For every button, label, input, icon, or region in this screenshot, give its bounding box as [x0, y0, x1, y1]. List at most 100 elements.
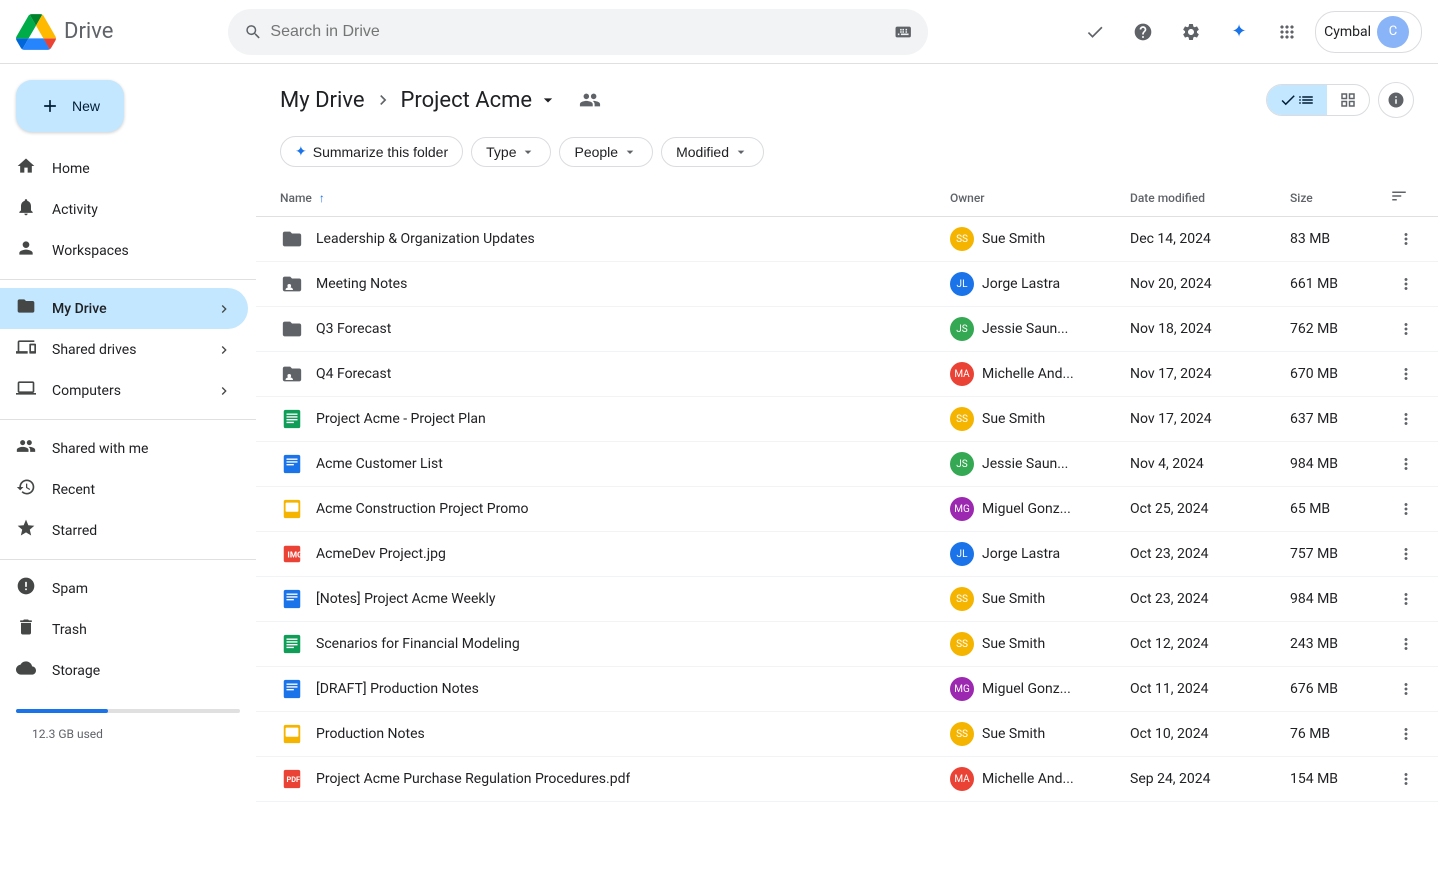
sidebar-item-recent[interactable]: Recent [0, 469, 248, 510]
date-modified: Nov 17, 2024 [1114, 397, 1274, 442]
my-drive-icon [16, 296, 36, 321]
file-name: Project Acme Purchase Regulation Procedu… [316, 771, 630, 787]
search-input[interactable] [270, 23, 885, 41]
more-options-button[interactable] [1390, 448, 1422, 480]
sidebar-item-starred[interactable]: Starred [0, 510, 248, 551]
sidebar-item-workspaces[interactable]: Workspaces [0, 230, 248, 271]
app-header: Drive ✦ Cymbal C [0, 0, 1438, 64]
owner-name: Sue Smith [982, 726, 1045, 742]
file-name-cell: Leadership & Organization Updates [280, 227, 918, 251]
list-view-button[interactable] [1267, 85, 1327, 115]
sidebar-item-my-drive[interactable]: My Drive [0, 288, 248, 329]
table-row[interactable]: Leadership & Organization Updates SS Sue… [256, 217, 1438, 262]
file-size: 243 MB [1274, 622, 1374, 667]
owner-cell: JS Jessie Saun... [950, 317, 1098, 341]
table-row[interactable]: Scenarios for Financial Modeling SS Sue … [256, 622, 1438, 667]
type-filter-button[interactable]: Type [471, 137, 551, 167]
gemini-button[interactable]: ✦ [1219, 12, 1259, 52]
file-size: 762 MB [1274, 307, 1374, 352]
breadcrumb-current-text: Project Acme [401, 88, 533, 113]
sidebar-item-spam[interactable]: Spam [0, 568, 248, 609]
more-options-button[interactable] [1390, 223, 1422, 255]
storage-info: 12.3 GB used [16, 719, 240, 749]
check-button[interactable] [1075, 12, 1115, 52]
more-options-button[interactable] [1390, 763, 1422, 795]
user-account[interactable]: Cymbal C [1315, 11, 1422, 53]
sidebar-item-computers[interactable]: Computers [0, 370, 248, 411]
trash-icon [16, 617, 36, 642]
new-button[interactable]: New [16, 80, 124, 132]
file-size: 676 MB [1274, 667, 1374, 712]
col-header-size[interactable]: Size [1274, 179, 1374, 217]
summarize-label: Summarize this folder [313, 144, 448, 160]
more-options-button[interactable] [1390, 268, 1422, 300]
sidebar-item-activity[interactable]: Activity [0, 189, 248, 230]
breadcrumb-parent[interactable]: My Drive [280, 88, 365, 113]
modified-filter-button[interactable]: Modified [661, 137, 764, 167]
more-options-button[interactable] [1390, 673, 1422, 705]
col-header-date[interactable]: Date modified [1114, 179, 1274, 217]
shared-with-me-icon [16, 436, 36, 461]
table-row[interactable]: Project Acme - Project Plan SS Sue Smith… [256, 397, 1438, 442]
owner-name: Jorge Lastra [982, 276, 1060, 292]
more-options-button[interactable] [1390, 313, 1422, 345]
help-button[interactable] [1123, 12, 1163, 52]
svg-text:IMG: IMG [287, 551, 303, 561]
expand-icon-2 [216, 342, 232, 358]
sidebar-item-shared-with-me[interactable]: Shared with me [0, 428, 248, 469]
avatar[interactable]: C [1377, 16, 1409, 48]
date-modified: Nov 17, 2024 [1114, 352, 1274, 397]
col-header-owner[interactable]: Owner [934, 179, 1114, 217]
people-filter-button[interactable]: People [559, 137, 653, 167]
owner-cell: SS Sue Smith [950, 587, 1098, 611]
more-options-button[interactable] [1390, 358, 1422, 390]
table-row[interactable]: [Notes] Project Acme Weekly SS Sue Smith… [256, 577, 1438, 622]
file-type-icon [280, 452, 304, 476]
drive-logo-icon [16, 12, 56, 52]
shared-people-button[interactable] [570, 80, 610, 120]
sidebar-item-shared-drives[interactable]: Shared drives [0, 329, 248, 370]
file-list: Name ↑ Owner Date modified Size [256, 179, 1438, 876]
table-row[interactable]: IMG AcmeDev Project.jpg JL Jorge Lastra … [256, 532, 1438, 577]
grid-view-button[interactable] [1327, 85, 1369, 115]
col-header-name[interactable]: Name ↑ [256, 179, 934, 217]
sidebar-item-trash[interactable]: Trash [0, 609, 248, 650]
table-row[interactable]: Q3 Forecast JS Jessie Saun... Nov 18, 20… [256, 307, 1438, 352]
sidebar-item-home[interactable]: Home [0, 148, 248, 189]
file-name-cell: Meeting Notes [280, 272, 918, 296]
sidebar-item-label-workspaces: Workspaces [52, 243, 129, 259]
table-row[interactable]: [DRAFT] Production Notes MG Miguel Gonz.… [256, 667, 1438, 712]
more-options-button[interactable] [1390, 538, 1422, 570]
owner-avatar: MA [950, 362, 974, 386]
settings-button[interactable] [1171, 12, 1211, 52]
sidebar-item-label-trash: Trash [52, 622, 87, 638]
more-options-button[interactable] [1390, 583, 1422, 615]
sort-arrow: ↑ [319, 191, 325, 205]
sidebar-item-storage[interactable]: Storage [0, 650, 248, 691]
table-row[interactable]: Meeting Notes JL Jorge Lastra Nov 20, 20… [256, 262, 1438, 307]
expand-icon [216, 301, 232, 317]
sidebar-section-main: Home Activity Workspaces [0, 148, 256, 271]
sidebar-item-label-home: Home [52, 161, 90, 177]
type-chevron-icon [520, 144, 536, 160]
more-options-button[interactable] [1390, 628, 1422, 660]
summarize-button[interactable]: ✦ Summarize this folder [280, 136, 463, 167]
breadcrumb-dropdown-icon[interactable] [538, 90, 558, 110]
table-row[interactable]: Acme Customer List JS Jessie Saun... Nov… [256, 442, 1438, 487]
info-button[interactable] [1378, 82, 1414, 118]
sidebar-item-label-spam: Spam [52, 581, 88, 597]
apps-button[interactable] [1267, 12, 1307, 52]
more-options-button[interactable] [1390, 403, 1422, 435]
file-name-cell: Production Notes [280, 722, 918, 746]
search-bar[interactable] [228, 9, 928, 55]
owner-name: Sue Smith [982, 231, 1045, 247]
home-icon [16, 156, 36, 181]
table-row[interactable]: Acme Construction Project Promo MG Migue… [256, 487, 1438, 532]
owner-name: Michelle And... [982, 771, 1074, 787]
date-modified: Oct 11, 2024 [1114, 667, 1274, 712]
table-row[interactable]: Q4 Forecast MA Michelle And... Nov 17, 2… [256, 352, 1438, 397]
table-row[interactable]: PDF Project Acme Purchase Regulation Pro… [256, 757, 1438, 802]
more-options-button[interactable] [1390, 718, 1422, 750]
table-row[interactable]: Production Notes SS Sue Smith Oct 10, 20… [256, 712, 1438, 757]
more-options-button[interactable] [1390, 493, 1422, 525]
